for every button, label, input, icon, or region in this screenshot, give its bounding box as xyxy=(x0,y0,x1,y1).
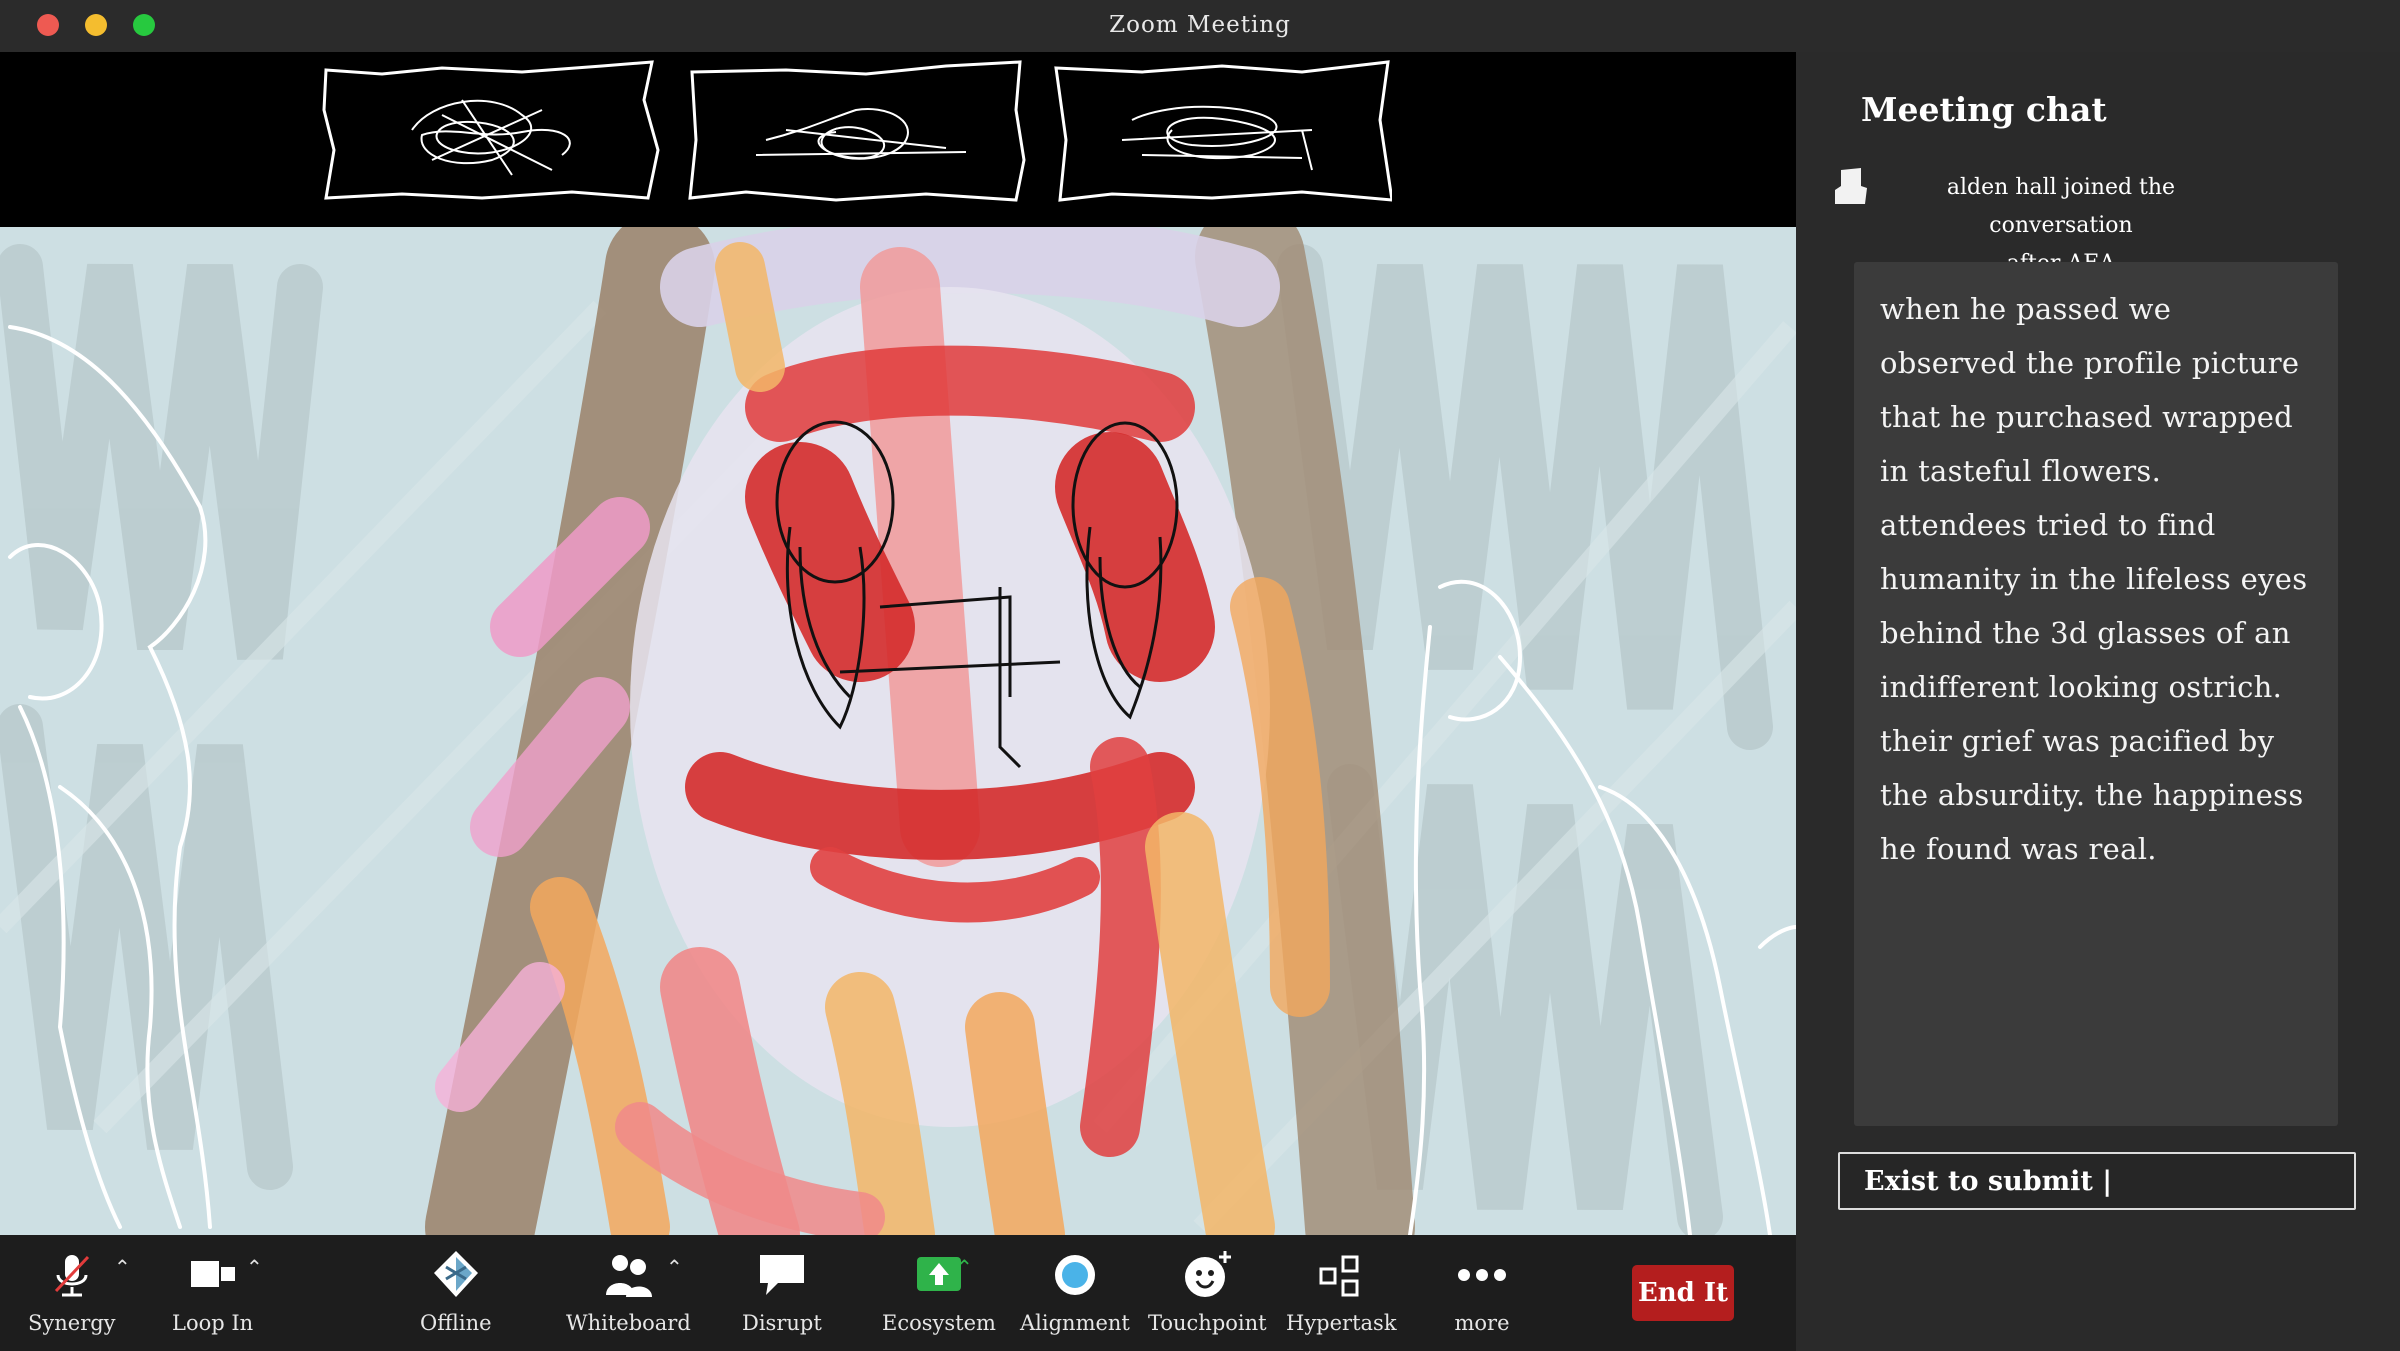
share-options-caret-icon[interactable]: ⌃ xyxy=(956,1255,973,1279)
apps-icon xyxy=(1313,1247,1369,1303)
more-dots-icon xyxy=(1454,1247,1510,1303)
painted-portrait-image xyxy=(0,227,1796,1235)
participant-scribble-2 xyxy=(688,60,1026,202)
reaction-smiley-icon xyxy=(1179,1247,1235,1303)
offline-label: Offline xyxy=(420,1311,492,1335)
chat-title: Meeting chat xyxy=(1861,90,2107,129)
participant-scribble-3 xyxy=(1054,60,1394,202)
chat-bubble-icon xyxy=(754,1247,810,1303)
end-meeting-button[interactable]: End It xyxy=(1632,1265,1734,1321)
hypertask-button[interactable]: Hypertask xyxy=(1286,1247,1397,1335)
title-bar: Zoom Meeting xyxy=(0,0,2400,52)
hypertask-label: Hypertask xyxy=(1286,1311,1397,1335)
participants-icon xyxy=(600,1247,656,1303)
chat-message-bubble: when he passed we observed the profile p… xyxy=(1854,262,2338,1126)
participants-options-caret-icon[interactable]: ⌃ xyxy=(666,1255,683,1279)
whiteboard-label: Whiteboard xyxy=(566,1311,691,1335)
chat-event-line1: alden hall joined the conversation xyxy=(1946,175,2176,238)
meeting-toolbar: Synergy ⌃ Loop In ⌃ Offline Whiteboard ⌃… xyxy=(0,1235,1796,1351)
participant-avatar-icon xyxy=(1831,164,1871,208)
muted-microphone-icon xyxy=(44,1247,100,1303)
meeting-area xyxy=(0,52,1796,1235)
chat-message-text: when he passed we observed the profile p… xyxy=(1880,292,2308,866)
chat-input[interactable]: Exist to submit | xyxy=(1838,1152,2356,1210)
touchpoint-button[interactable]: Touchpoint xyxy=(1148,1247,1267,1335)
chat-panel: Meeting chat alden hall joined the conve… xyxy=(1796,52,2400,1351)
offline-button[interactable]: Offline xyxy=(420,1247,492,1335)
loop-in-button[interactable]: Loop In xyxy=(172,1247,253,1335)
participant-scribble-1 xyxy=(322,60,660,200)
window-title: Zoom Meeting xyxy=(1109,12,1291,38)
synergy-button[interactable]: Synergy xyxy=(28,1247,116,1335)
synergy-label: Synergy xyxy=(28,1311,116,1335)
diamond-security-icon xyxy=(428,1247,484,1303)
more-label: more xyxy=(1454,1311,1510,1335)
participant-thumbnail[interactable] xyxy=(322,60,662,204)
audio-options-caret-icon[interactable]: ⌃ xyxy=(114,1255,131,1279)
touchpoint-label: Touchpoint xyxy=(1148,1311,1267,1335)
ecosystem-label: Ecosystem xyxy=(882,1311,996,1335)
loop-in-label: Loop In xyxy=(172,1311,254,1335)
participant-thumbnail[interactable] xyxy=(686,60,1026,204)
record-icon xyxy=(1047,1247,1103,1303)
disrupt-button[interactable]: Disrupt xyxy=(742,1247,822,1335)
disrupt-label: Disrupt xyxy=(742,1311,822,1335)
video-camera-icon xyxy=(185,1247,241,1303)
main-video-feed[interactable] xyxy=(0,227,1796,1235)
ecosystem-button[interactable]: Ecosystem xyxy=(882,1247,996,1335)
participant-thumbnails-strip xyxy=(0,52,1796,228)
participant-thumbnail[interactable] xyxy=(1052,60,1394,204)
video-options-caret-icon[interactable]: ⌃ xyxy=(246,1255,263,1279)
alignment-label: Alignment xyxy=(1020,1311,1130,1335)
alignment-button[interactable]: Alignment xyxy=(1020,1247,1130,1335)
toolbar-right-filler xyxy=(1796,1235,2400,1351)
more-button[interactable]: more xyxy=(1454,1247,1510,1335)
